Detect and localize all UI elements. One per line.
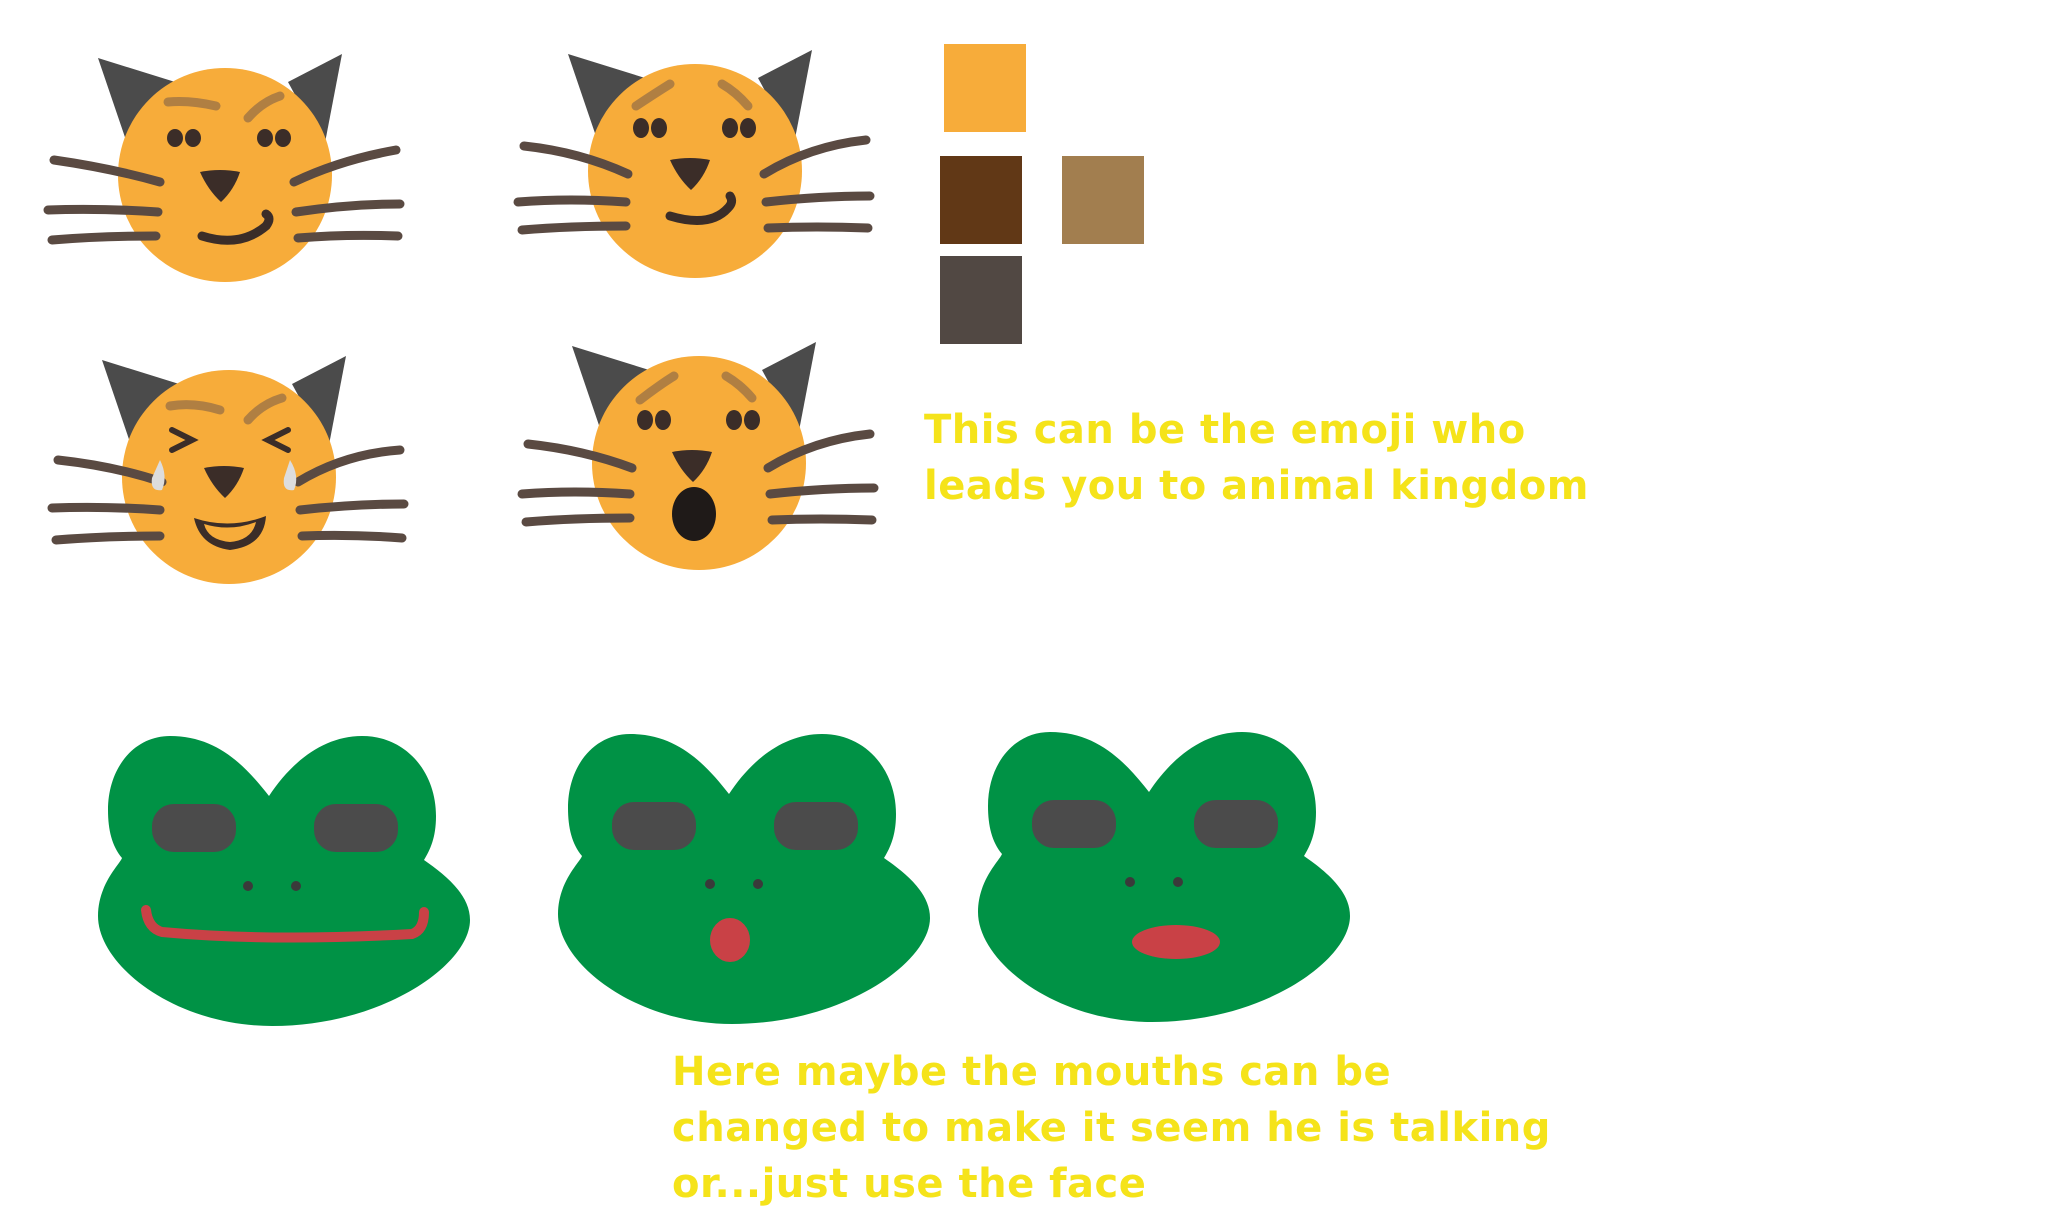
- cat-emoji-surprised: [517, 342, 879, 570]
- palette-swatch-charcoal: [940, 256, 1022, 344]
- cat-note-line-1: This can be the emoji who: [924, 407, 1526, 453]
- palette-swatch-orange: [944, 44, 1026, 132]
- cat-note: This can be the emoji who leads you to a…: [924, 402, 1589, 514]
- cat-emoji-smirk: [43, 54, 405, 282]
- cat-emoji-worried-smile: [513, 50, 875, 278]
- frog-note-line-1: Here maybe the mouths can be: [672, 1049, 1392, 1095]
- cat-note-line-2: leads you to animal kingdom: [924, 463, 1589, 509]
- cat-emoji-laugh-crying: [47, 356, 409, 584]
- frog-emoji-small-round-mouth: [558, 734, 930, 1024]
- frog-note-line-2: changed to make it seem he is talking: [672, 1105, 1551, 1151]
- frog-note-line-3: or...just use the face: [672, 1161, 1147, 1207]
- design-board: This can be the emoji who leads you to a…: [0, 0, 2048, 1207]
- frog-emoji-pursed-lips: [978, 732, 1350, 1022]
- palette-swatch-dark-brown: [940, 156, 1022, 244]
- frog-note: Here maybe the mouths can be changed to …: [672, 1044, 1551, 1212]
- palette-swatch-light-brown: [1062, 156, 1144, 244]
- frog-emoji-wide-smile: [98, 736, 470, 1026]
